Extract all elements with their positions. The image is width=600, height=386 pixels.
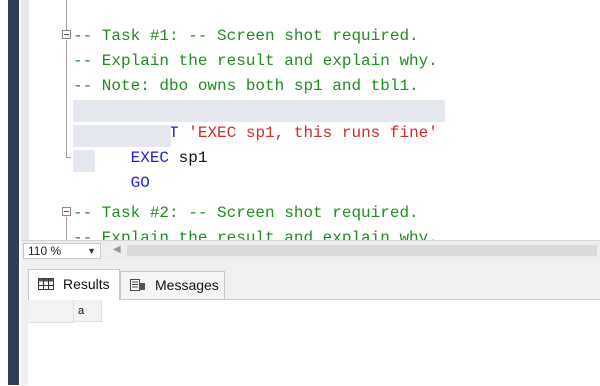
code-area[interactable]: -- Task #1: -- Screen shot required. -- … xyxy=(21,0,600,240)
tab-messages-label: Messages xyxy=(155,277,219,293)
code-line-comment: -- Task #2: -- Screen shot required. xyxy=(73,204,419,222)
code-line-comment: -- Explain the result and explain why. xyxy=(73,52,438,70)
editor-status-strip: 110 % ▼ ◀ xyxy=(21,240,600,261)
results-pane: Results Messages a xyxy=(21,261,600,386)
procedure-name: sp1 xyxy=(169,149,208,167)
code-line-comment: -- Task #1: -- Screen shot required. xyxy=(73,27,419,45)
grid-icon xyxy=(38,278,54,290)
zoom-dropdown[interactable]: 110 % ▼ xyxy=(23,243,101,259)
tab-results[interactable]: Results xyxy=(28,269,120,300)
messages-icon xyxy=(130,279,145,291)
fold-guide-line xyxy=(66,40,67,158)
code-line-comment: -- Note: dbo owns both sp1 and tbl1. xyxy=(73,77,419,95)
code-line-comment: -- Explain the result and explain why. xyxy=(73,229,438,240)
grid-corner-cell[interactable] xyxy=(28,300,74,323)
fold-collapse-icon[interactable] xyxy=(62,30,71,39)
fold-guide-line xyxy=(66,217,67,240)
results-tab-strip: Results Messages xyxy=(21,269,600,300)
tab-results-label: Results xyxy=(63,276,110,292)
code-line-print: PRINT 'EXEC sp1, this runs fine' xyxy=(73,100,445,142)
chevron-down-icon: ▼ xyxy=(87,246,96,256)
query-editor[interactable]: -- Task #1: -- Screen shot required. -- … xyxy=(21,0,600,240)
left-rail xyxy=(0,0,21,385)
grid-column-header[interactable]: a xyxy=(74,300,102,322)
code-line-go: GO xyxy=(73,150,150,192)
zoom-value: 110 % xyxy=(28,244,62,258)
code-line-exec: EXEC sp1 xyxy=(73,125,207,167)
results-grid[interactable]: a xyxy=(28,299,600,386)
keyword-go: GO xyxy=(130,174,150,192)
left-rail-bar xyxy=(8,0,19,385)
fold-collapse-icon[interactable] xyxy=(62,207,71,216)
fold-guide-line xyxy=(66,0,67,30)
horizontal-scrollbar[interactable] xyxy=(127,245,597,256)
scroll-left-arrow-icon[interactable]: ◀ xyxy=(113,244,121,255)
keyword-exec: EXEC xyxy=(130,149,170,167)
tab-messages[interactable]: Messages xyxy=(120,271,225,299)
string-literal: 'EXEC sp1, this runs fine' xyxy=(188,124,438,142)
fold-guide-line xyxy=(66,157,71,158)
